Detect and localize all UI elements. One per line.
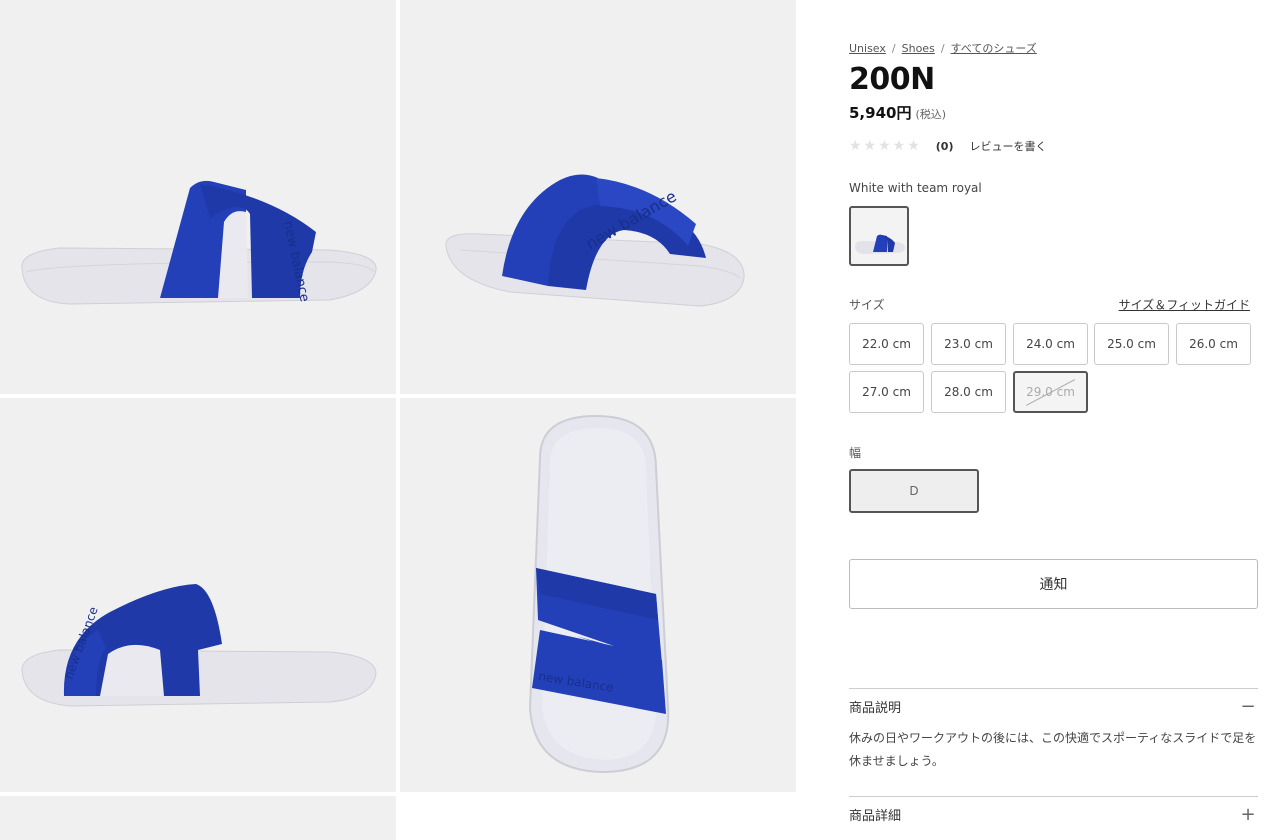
size-label: サイズ (849, 298, 885, 312)
minus-icon[interactable]: − (1238, 696, 1258, 717)
width-label: 幅 (849, 446, 862, 460)
color-swatch-selected[interactable] (849, 206, 909, 266)
breadcrumb-separator: / (940, 42, 945, 55)
notify-button[interactable]: 通知 (849, 559, 1258, 609)
product-image-angle[interactable]: new balance (400, 0, 796, 394)
size-option-22[interactable]: 22.0 cm (849, 323, 924, 365)
product-image-inside[interactable]: new balance (0, 398, 396, 792)
breadcrumb-unisex[interactable]: Unisex (849, 42, 886, 55)
accordion-description: 商品説明 − 休みの日やワークアウトの後には、この快適でスポーティなスライドで足… (849, 688, 1258, 773)
write-review-link[interactable]: レビューを書く (969, 138, 1046, 154)
color-swatch-thumbnail (855, 234, 905, 254)
size-option-26[interactable]: 26.0 cm (1176, 323, 1251, 365)
product-price: 5,940円 (税込) (849, 102, 946, 123)
product-detail-panel: Unisex / Shoes / すべてのシューズ 200N 5,940円 (税込) ★★… (849, 0, 1259, 840)
sandal-side-image: new balance (21, 180, 377, 305)
size-guide-link[interactable]: サイズ＆フィットガイド (1119, 296, 1250, 313)
breadcrumb-all-shoes[interactable]: すべてのシューズ (951, 42, 1037, 55)
tax-note: (税込) (915, 108, 947, 121)
sandal-top-image: new balance (528, 414, 670, 774)
size-option-25[interactable]: 25.0 cm (1094, 323, 1169, 365)
size-option-29-unavailable[interactable]: 29.0 cm (1013, 371, 1088, 413)
product-title: 200N (849, 62, 935, 97)
product-image-more[interactable] (0, 796, 396, 840)
product-image-side[interactable]: new balance (0, 0, 396, 394)
size-option-23[interactable]: 23.0 cm (931, 323, 1006, 365)
color-name: White with team royal (849, 181, 982, 195)
accordion-details-header[interactable]: 商品詳細 + (849, 797, 1258, 831)
rating-row: ★★★★★ (0) レビューを書く (849, 138, 1046, 154)
size-option-28[interactable]: 28.0 cm (931, 371, 1006, 413)
price-value: 5,940円 (849, 104, 912, 122)
breadcrumb-shoes[interactable]: Shoes (902, 42, 935, 55)
accordion-description-body: 休みの日やワークアウトの後には、この快適でスポーティなスライドで足を休ませましょ… (849, 731, 1257, 768)
plus-icon[interactable]: + (1238, 804, 1258, 825)
accordion-details-title: 商品詳細 (849, 808, 902, 824)
size-option-27[interactable]: 27.0 cm (849, 371, 924, 413)
product-gallery: new balance new balance new balance new … (0, 0, 796, 840)
rating-stars-icon: ★★★★★ (849, 138, 922, 154)
sandal-inside-image: new balance (21, 584, 377, 707)
size-option-24[interactable]: 24.0 cm (1013, 323, 1088, 365)
product-image-top[interactable]: new balance (400, 398, 796, 792)
accordion-details: 商品詳細 + (849, 796, 1258, 831)
breadcrumb: Unisex / Shoes / すべてのシューズ (849, 40, 1037, 56)
review-count: (0) (935, 139, 954, 153)
accordion-description-title: 商品説明 (849, 700, 902, 716)
breadcrumb-separator: / (891, 42, 896, 55)
width-option-d[interactable]: D (849, 469, 979, 513)
sandal-angle-image: new balance (445, 174, 745, 307)
accordion-description-header[interactable]: 商品説明 − (849, 689, 1258, 723)
